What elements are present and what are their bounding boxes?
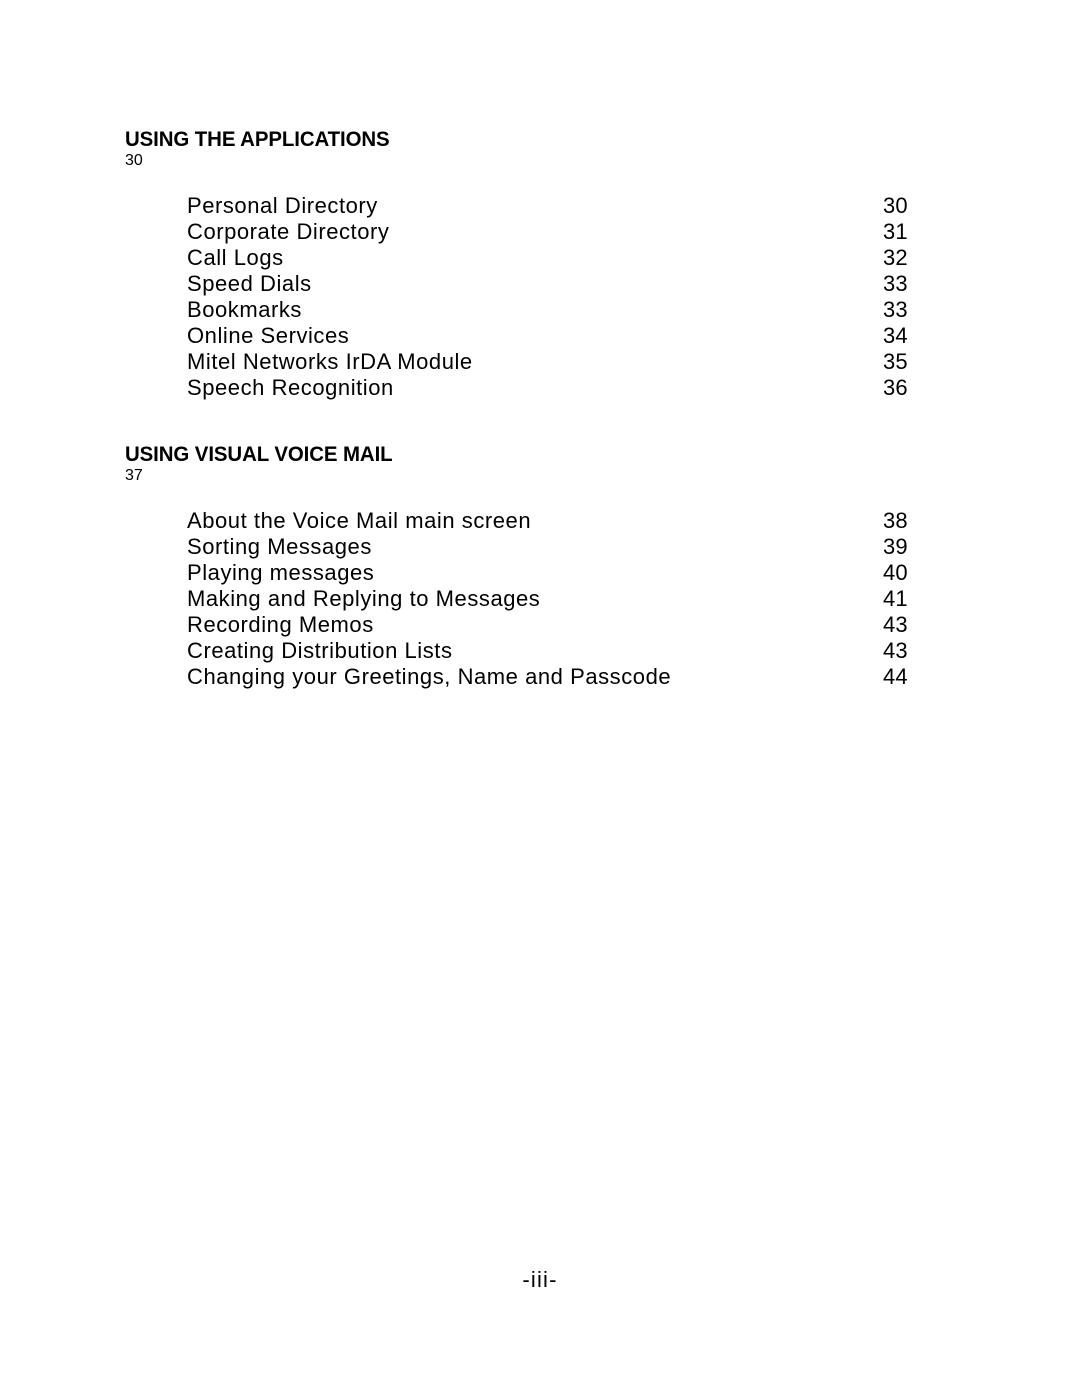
toc-section-page-number: 37	[125, 467, 143, 484]
toc-entry-page-number: 43	[883, 638, 908, 663]
toc-entry[interactable]: Mitel Networks IrDA Module 35	[187, 349, 955, 375]
toc-entry-title: Speed Dials	[187, 271, 312, 296]
toc-section-title: USING VISUAL VOICE MAIL	[125, 442, 393, 466]
toc-entry-title: Corporate Directory	[187, 219, 390, 244]
toc-entry-page-number: 31	[883, 219, 908, 244]
toc-entry-list: About the Voice Mail main screen 38 Sort…	[187, 508, 955, 690]
toc-entry[interactable]: Sorting Messages 39	[187, 534, 955, 560]
toc-entry[interactable]: Call Logs 32	[187, 245, 955, 271]
toc-entry-title: Bookmarks	[187, 297, 302, 322]
toc-entry-page-number: 33	[883, 297, 908, 322]
toc-entry[interactable]: Personal Directory 30	[187, 193, 955, 219]
toc-section: USING VISUAL VOICE MAIL 37 About the Voi…	[125, 441, 955, 690]
toc-section-heading-row: USING THE APPLICATIONS 30	[125, 126, 955, 170]
document-page: USING THE APPLICATIONS 30 Personal Direc…	[0, 0, 1080, 1397]
toc-entry[interactable]: Bookmarks 33	[187, 297, 955, 323]
toc-entry[interactable]: Corporate Directory 31	[187, 219, 955, 245]
toc-entry-title: Changing your Greetings, Name and Passco…	[187, 664, 672, 689]
toc-entry[interactable]: About the Voice Mail main screen 38	[187, 508, 955, 534]
toc-entry-page-number: 35	[883, 349, 908, 374]
toc-entry-title: Recording Memos	[187, 612, 374, 637]
toc-entry-page-number: 32	[883, 245, 908, 270]
page-folio: -iii-	[522, 1267, 558, 1292]
toc-section-heading[interactable]: USING VISUAL VOICE MAIL	[125, 441, 914, 467]
toc-entry-title: Online Services	[187, 323, 350, 348]
toc-section-heading[interactable]: USING THE APPLICATIONS	[125, 126, 914, 152]
toc-entry[interactable]: Speed Dials 33	[187, 271, 955, 297]
toc-entry-title: Personal Directory	[187, 193, 378, 218]
toc-section-heading-row: USING VISUAL VOICE MAIL 37	[125, 441, 955, 485]
toc-section-title: USING THE APPLICATIONS	[125, 127, 390, 151]
toc-section-page-number: 30	[125, 152, 143, 169]
toc-entry-page-number: 39	[883, 534, 908, 559]
toc-entry-page-number: 44	[883, 664, 908, 689]
toc-entry-page-number: 30	[883, 193, 908, 218]
toc-entry-page-number: 34	[883, 323, 908, 348]
toc-entry[interactable]: Speech Recognition 36	[187, 375, 955, 401]
toc-entry-title: Playing messages	[187, 560, 375, 585]
toc-entry[interactable]: Making and Replying to Messages 41	[187, 586, 955, 612]
toc-entry-title: Call Logs	[187, 245, 284, 270]
toc-entry-page-number: 33	[883, 271, 908, 296]
table-of-contents: USING THE APPLICATIONS 30 Personal Direc…	[125, 126, 955, 690]
toc-entry[interactable]: Creating Distribution Lists 43	[187, 638, 955, 664]
toc-entry-title: Speech Recognition	[187, 375, 394, 400]
toc-entry[interactable]: Online Services 34	[187, 323, 955, 349]
toc-entry[interactable]: Recording Memos 43	[187, 612, 955, 638]
toc-entry[interactable]: Changing your Greetings, Name and Passco…	[187, 664, 955, 690]
toc-entry-page-number: 41	[883, 586, 908, 611]
toc-entry-title: Creating Distribution Lists	[187, 638, 453, 663]
toc-entry-page-number: 38	[883, 508, 908, 533]
toc-entry-title: Mitel Networks IrDA Module	[187, 349, 473, 374]
toc-entry[interactable]: Playing messages 40	[187, 560, 955, 586]
toc-entry-list: Personal Directory 30 Corporate Director…	[187, 193, 955, 401]
toc-entry-page-number: 43	[883, 612, 908, 637]
toc-entry-title: Sorting Messages	[187, 534, 372, 559]
toc-section: USING THE APPLICATIONS 30 Personal Direc…	[125, 126, 955, 401]
toc-entry-title: Making and Replying to Messages	[187, 586, 541, 611]
toc-entry-title: About the Voice Mail main screen	[187, 508, 532, 533]
toc-entry-page-number: 40	[883, 560, 908, 585]
toc-entry-page-number: 36	[883, 375, 908, 400]
